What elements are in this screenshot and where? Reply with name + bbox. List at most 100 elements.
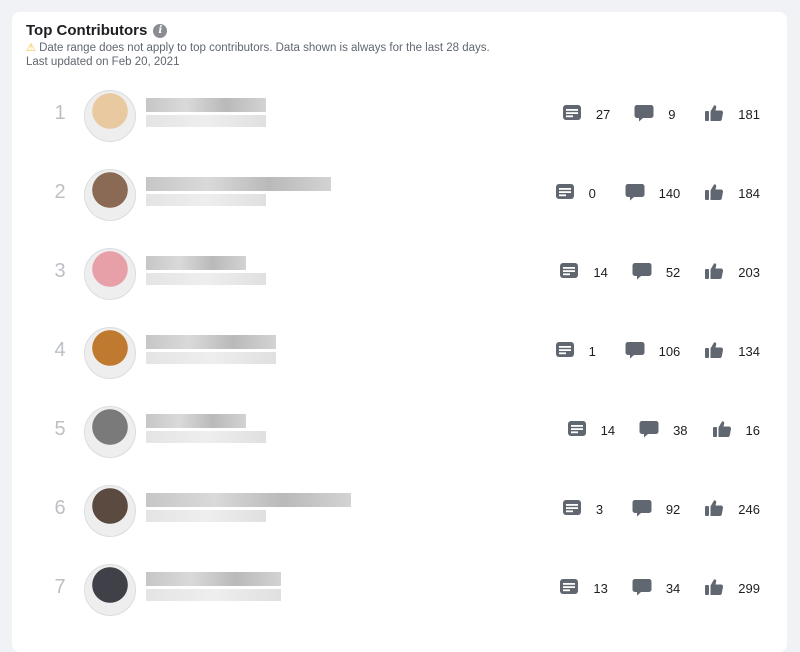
reactions-stat: 203	[704, 262, 760, 283]
info-icon[interactable]: i	[153, 23, 168, 38]
posts-count: 13	[593, 581, 608, 596]
comments-count: 38	[673, 423, 688, 438]
posts-count: 1	[588, 344, 596, 359]
posts-stat: 13	[559, 578, 608, 599]
reactions-count: 299	[738, 581, 760, 596]
reactions-count: 184	[738, 186, 760, 201]
comments-stat: 140	[625, 183, 680, 204]
rank-number: 3	[54, 260, 66, 282]
contributor-name-blurred[interactable]	[146, 98, 266, 127]
comment-icon	[632, 578, 666, 599]
comment-icon	[625, 183, 659, 204]
reactions-stat: 184	[704, 183, 760, 204]
reactions-stat: 299	[704, 578, 760, 599]
comment-icon	[634, 104, 668, 125]
contributor-name-blurred[interactable]	[146, 414, 266, 443]
contributor-stats: 27 9 181	[538, 104, 760, 125]
reactions-count: 16	[745, 423, 760, 438]
comments-stat: 38	[639, 420, 688, 441]
thumbs-up-icon	[704, 341, 738, 362]
posts-count: 14	[593, 265, 608, 280]
reactions-stat: 181	[704, 104, 760, 125]
comments-count: 106	[658, 344, 681, 359]
posts-stat: 27	[562, 104, 610, 125]
contributor-stats: 1 106 134	[531, 341, 760, 362]
contributor-stats: 0 140 184	[531, 183, 760, 204]
rank-number: 2	[54, 181, 66, 203]
contributor-row[interactable]: 4 1 106 134	[12, 313, 787, 392]
avatar[interactable]	[84, 90, 136, 142]
contributor-stats: 14 38 16	[543, 420, 760, 441]
comments-count: 34	[665, 581, 681, 596]
reactions-count: 246	[738, 502, 760, 517]
card-title: Top Contributors i	[26, 22, 168, 39]
avatar[interactable]	[84, 406, 136, 458]
post-icon	[559, 262, 593, 283]
thumbs-up-icon	[704, 578, 738, 599]
comment-icon	[625, 341, 659, 362]
comments-count: 52	[665, 265, 681, 280]
rank-number: 6	[54, 497, 66, 519]
contributor-name-blurred[interactable]	[146, 493, 351, 522]
contributor-name-blurred[interactable]	[146, 256, 266, 285]
post-icon	[562, 104, 596, 125]
posts-stat: 0	[555, 183, 601, 204]
posts-stat: 3	[562, 499, 608, 520]
reactions-count: 134	[738, 344, 760, 359]
avatar[interactable]	[84, 564, 136, 616]
thumbs-up-icon	[712, 420, 746, 441]
comment-icon	[632, 499, 666, 520]
contributor-name-blurred[interactable]	[146, 177, 331, 206]
avatar[interactable]	[84, 248, 136, 300]
contributor-row[interactable]: 3 14 52 203	[12, 234, 787, 313]
last-updated: Last updated on Feb 20, 2021	[26, 56, 180, 68]
rank-number: 1	[54, 102, 66, 124]
reactions-stat: 246	[704, 499, 760, 520]
thumbs-up-icon	[704, 499, 738, 520]
top-contributors-card: Top Contributors i ⚠ Date range does not…	[12, 12, 787, 652]
date-range-note: Date range does not apply to top contrib…	[39, 42, 490, 54]
avatar[interactable]	[84, 485, 136, 537]
comment-icon	[632, 262, 666, 283]
posts-count: 14	[600, 423, 616, 438]
contributor-stats: 13 34 299	[535, 578, 760, 599]
contributor-row[interactable]: 2 0 140 184	[12, 155, 787, 234]
rank-number: 4	[54, 339, 66, 361]
comments-stat: 34	[632, 578, 680, 599]
contributor-row[interactable]: 1 27 9 181	[12, 76, 787, 155]
contributor-row[interactable]: 5 14 38 16	[12, 392, 787, 471]
contributor-name-blurred[interactable]	[146, 335, 276, 364]
avatar[interactable]	[84, 169, 136, 221]
thumbs-up-icon	[704, 183, 738, 204]
rank-number: 7	[54, 576, 66, 598]
thumbs-up-icon	[704, 262, 738, 283]
posts-stat: 14	[559, 262, 608, 283]
comments-stat: 52	[632, 262, 680, 283]
reactions-count: 181	[738, 107, 760, 122]
posts-stat: 1	[555, 341, 601, 362]
posts-count: 3	[595, 502, 604, 517]
comments-stat: 9	[634, 104, 680, 125]
comments-stat: 92	[632, 499, 680, 520]
post-icon	[555, 183, 589, 204]
post-icon	[567, 420, 601, 441]
post-icon	[555, 341, 589, 362]
posts-count: 27	[595, 107, 611, 122]
comments-count: 92	[665, 502, 681, 517]
reactions-count: 203	[738, 265, 760, 280]
posts-stat: 14	[567, 420, 615, 441]
avatar[interactable]	[84, 327, 136, 379]
post-icon	[559, 578, 593, 599]
contributor-name-blurred[interactable]	[146, 572, 281, 601]
card-subtitle: ⚠ Date range does not apply to top contr…	[26, 41, 490, 69]
comments-count: 9	[668, 107, 676, 122]
comment-icon	[639, 420, 673, 441]
contributor-row[interactable]: 6 3 92 246	[12, 471, 787, 550]
reactions-stat: 16	[712, 420, 760, 441]
contributor-stats: 3 92 246	[538, 499, 760, 520]
contributor-row[interactable]: 7 13 34 299	[12, 550, 787, 629]
warning-icon: ⚠	[26, 42, 36, 54]
post-icon	[562, 499, 596, 520]
reactions-stat: 134	[704, 341, 760, 362]
rank-number: 5	[54, 418, 66, 440]
